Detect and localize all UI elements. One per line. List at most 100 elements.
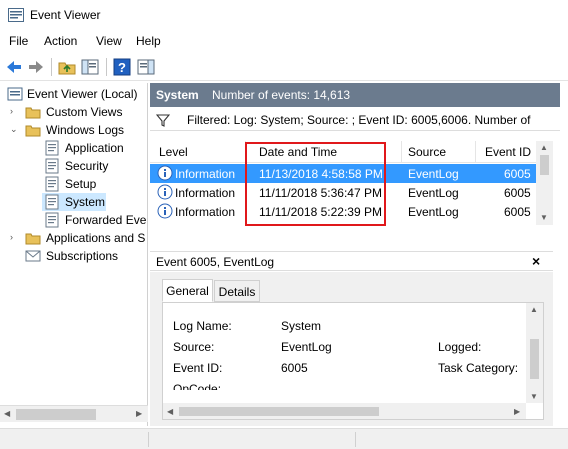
information-icon bbox=[157, 165, 173, 181]
scroll-left-icon[interactable]: ◀ bbox=[4, 409, 10, 418]
tree-item-label: System bbox=[65, 195, 106, 209]
expand-chevron-icon[interactable]: › bbox=[10, 107, 19, 116]
folder-up-icon[interactable] bbox=[57, 57, 77, 77]
event-detail-title: Event 6005, EventLog bbox=[156, 255, 275, 269]
folder-icon bbox=[25, 233, 41, 245]
column-divider[interactable] bbox=[475, 141, 476, 163]
tree-item-label: Forwarded Eve bbox=[65, 213, 147, 227]
event-id-label: Event ID: bbox=[173, 361, 223, 375]
title-bar: Event Viewer bbox=[0, 0, 568, 30]
scroll-up-icon[interactable]: ▲ bbox=[540, 143, 548, 152]
scroll-right-icon[interactable]: ▶ bbox=[514, 407, 520, 416]
filter-text: Filtered: Log: System; Source: ; Event I… bbox=[187, 113, 531, 127]
scrollbar-thumb[interactable] bbox=[540, 155, 549, 175]
cell-event-id: 6005 bbox=[504, 205, 531, 219]
source-label: Source: bbox=[173, 340, 215, 354]
toolbar: ? bbox=[0, 53, 568, 81]
main-pane: System Number of events: 14,613 Filtered… bbox=[150, 83, 560, 426]
tree-item-subscriptions[interactable]: Subscriptions bbox=[0, 247, 147, 265]
log-name-value: System bbox=[281, 319, 322, 333]
general-tab-panel: Log Name: System Source: EventLog Logged… bbox=[162, 302, 544, 420]
log-icon bbox=[45, 176, 59, 192]
event-detail-body: General Details Log Name: System Source:… bbox=[150, 272, 553, 426]
show-hide-tree-icon[interactable] bbox=[80, 57, 100, 77]
menu-view[interactable]: View bbox=[96, 34, 122, 48]
tab-details[interactable]: Details bbox=[214, 280, 260, 302]
cell-event-id: 6005 bbox=[504, 167, 531, 181]
scrollbar-thumb[interactable] bbox=[16, 409, 96, 420]
subscriptions-icon bbox=[25, 250, 41, 262]
event-id-value: 6005 bbox=[281, 361, 308, 375]
scroll-down-icon[interactable]: ▼ bbox=[530, 392, 538, 401]
toolbar-separator bbox=[106, 58, 107, 76]
tree-item-label: Custom Views bbox=[46, 105, 123, 119]
status-bar-divider bbox=[355, 432, 356, 447]
scroll-right-icon[interactable]: ▶ bbox=[136, 409, 142, 418]
menu-file[interactable]: File bbox=[9, 34, 28, 48]
column-level[interactable]: Level bbox=[159, 145, 188, 159]
column-event-id[interactable]: Event ID bbox=[485, 145, 531, 159]
scroll-down-icon[interactable]: ▼ bbox=[540, 213, 548, 222]
tree-item-system[interactable]: System bbox=[42, 193, 106, 211]
back-arrow-icon[interactable] bbox=[4, 57, 24, 77]
collapse-chevron-icon[interactable]: ⌄ bbox=[10, 125, 19, 134]
log-title: System bbox=[156, 88, 199, 102]
tree-item-applications-and-services[interactable]: › Applications and S bbox=[0, 229, 147, 247]
cell-event-id: 6005 bbox=[504, 186, 531, 200]
scrollbar-thumb[interactable] bbox=[179, 407, 379, 416]
event-viewer-app-icon bbox=[8, 8, 24, 22]
scrollbar-thumb[interactable] bbox=[530, 339, 539, 379]
log-name-label: Log Name: bbox=[173, 319, 232, 333]
expand-chevron-icon[interactable]: › bbox=[10, 233, 19, 242]
tree-item-security[interactable]: Security bbox=[0, 157, 147, 175]
column-divider[interactable] bbox=[401, 141, 402, 163]
window-title: Event Viewer bbox=[30, 8, 101, 22]
close-icon[interactable]: × bbox=[532, 253, 540, 269]
detail-vertical-scrollbar[interactable]: ▲ ▼ bbox=[526, 303, 543, 403]
log-header: System Number of events: 14,613 bbox=[150, 83, 560, 107]
tree-item-setup[interactable]: Setup bbox=[0, 175, 147, 193]
scroll-left-icon[interactable]: ◀ bbox=[167, 407, 173, 416]
action-pane-icon[interactable] bbox=[136, 57, 156, 77]
tab-general[interactable]: General bbox=[162, 279, 213, 302]
tree-item-windows-logs[interactable]: ⌄ Windows Logs bbox=[0, 121, 147, 139]
menu-bar: File Action View Help bbox=[0, 30, 568, 52]
help-icon[interactable]: ? bbox=[112, 57, 132, 77]
scroll-up-icon[interactable]: ▲ bbox=[530, 305, 538, 314]
grid-vertical-scrollbar[interactable]: ▲ ▼ bbox=[536, 141, 553, 225]
status-bar-divider bbox=[148, 432, 149, 447]
log-icon bbox=[45, 212, 59, 228]
detail-horizontal-scrollbar[interactable]: ◀ ▶ bbox=[163, 403, 526, 419]
tree-horizontal-scrollbar[interactable]: ◀ ▶ bbox=[0, 405, 148, 422]
tree-item-label: Application bbox=[65, 141, 124, 155]
highlight-annotation-box bbox=[245, 142, 386, 226]
cell-level: Information bbox=[175, 167, 236, 181]
menu-help[interactable]: Help bbox=[136, 34, 161, 48]
status-bar bbox=[0, 428, 568, 449]
svg-text:?: ? bbox=[118, 60, 126, 75]
tree-root-label: Event Viewer (Local) bbox=[27, 87, 138, 101]
information-icon bbox=[157, 203, 173, 219]
source-value: EventLog bbox=[281, 340, 332, 354]
log-icon bbox=[45, 158, 59, 174]
log-icon bbox=[45, 194, 59, 210]
tree-root[interactable]: Event Viewer (Local) bbox=[0, 85, 147, 103]
column-source[interactable]: Source bbox=[408, 145, 446, 159]
menu-action[interactable]: Action bbox=[44, 34, 77, 48]
filter-icon bbox=[156, 114, 170, 127]
tree-item-application[interactable]: Application bbox=[0, 139, 147, 157]
tree-item-forwarded-events[interactable]: Forwarded Eve bbox=[0, 211, 147, 229]
navigation-tree: Event Viewer (Local) › Custom Views ⌄ Wi… bbox=[0, 83, 148, 426]
folder-icon bbox=[25, 125, 41, 137]
cell-source: EventLog bbox=[408, 186, 459, 200]
opcode-label: OpCode: bbox=[173, 382, 222, 390]
folder-icon bbox=[25, 107, 41, 119]
filter-bar: Filtered: Log: System; Source: ; Event I… bbox=[150, 109, 560, 131]
tree-item-label: Setup bbox=[65, 177, 97, 191]
cell-source: EventLog bbox=[408, 167, 459, 181]
tree-item-label: Subscriptions bbox=[46, 249, 119, 263]
tree-item-custom-views[interactable]: › Custom Views bbox=[0, 103, 147, 121]
task-category-label: Task Category: bbox=[438, 361, 519, 375]
log-icon bbox=[45, 140, 59, 156]
forward-arrow-icon[interactable] bbox=[26, 57, 46, 77]
